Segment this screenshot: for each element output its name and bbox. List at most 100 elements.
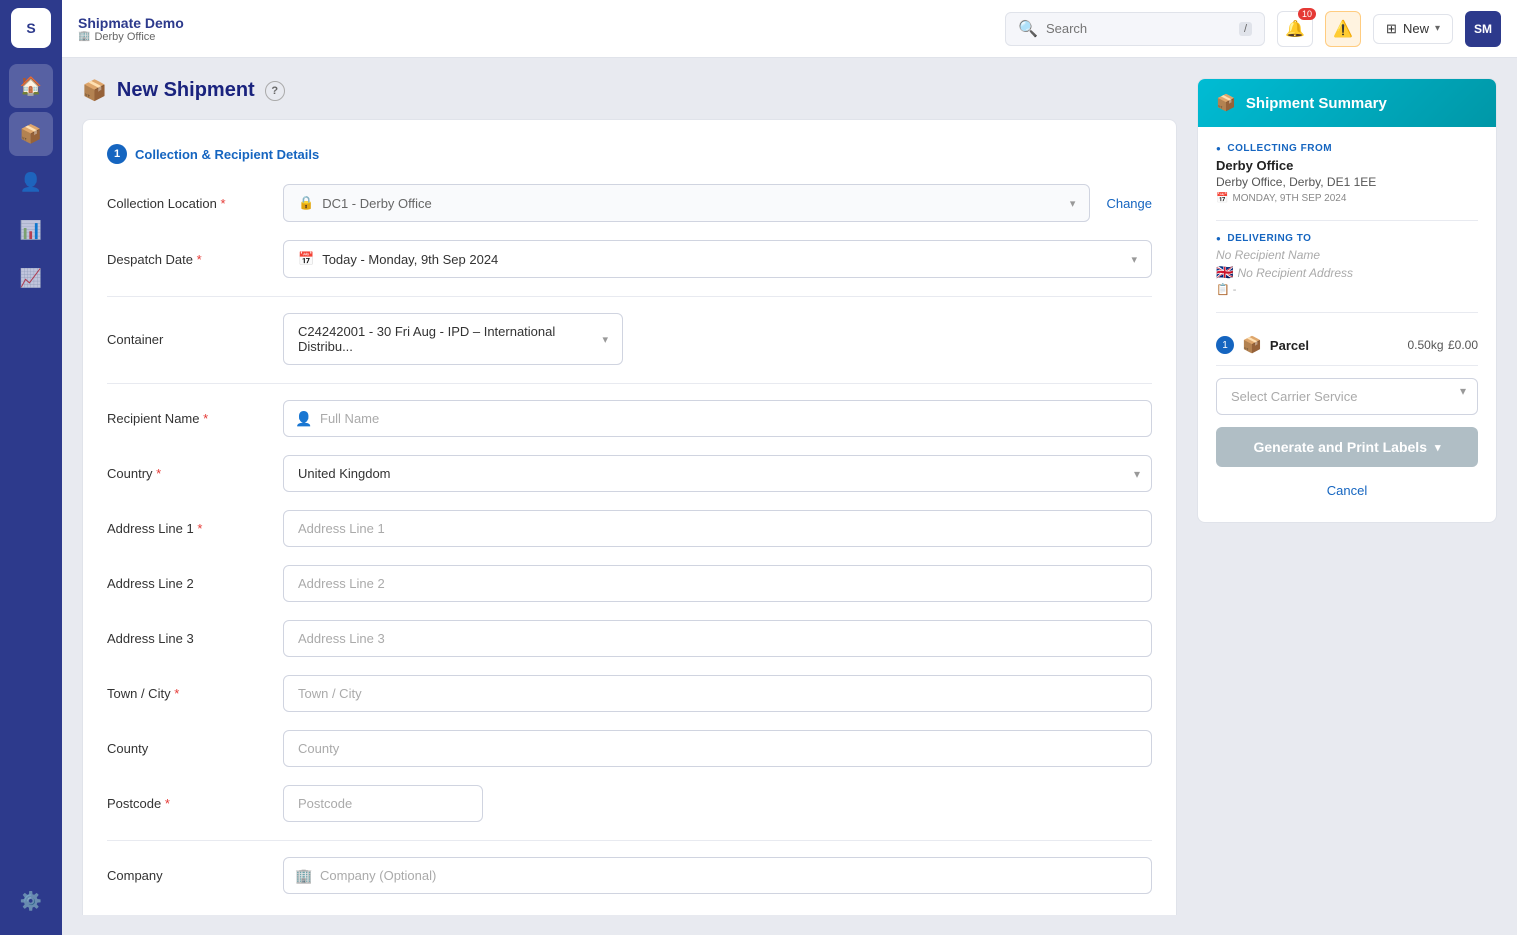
despatch-date-value: Today - Monday, 9th Sep 2024 (322, 252, 498, 267)
form-card: 1 Collection & Recipient Details Collect… (82, 119, 1177, 915)
town-input[interactable] (283, 675, 1152, 712)
address3-row: Address Line 3 (107, 620, 1152, 657)
building-icon: 🏢 (295, 867, 312, 884)
country-label: Country * (107, 466, 267, 481)
despatch-date-dropdown[interactable]: 📅 Today - Monday, 9th Sep 2024 ▾ (283, 240, 1152, 278)
generate-btn-wrapper: Generate and Print Labels ▾ (1216, 427, 1478, 467)
parcel-label: Parcel (1270, 338, 1309, 353)
main-area: Shipmate Demo Derby Office 🔍 / 🔔 10 ⚠️ ⊞… (62, 0, 1517, 935)
town-input-wrapper[interactable] (283, 675, 1152, 712)
company-input[interactable] (283, 857, 1152, 894)
carrier-select-wrapper[interactable]: Select Carrier Service (1216, 366, 1478, 415)
container-label: Container (107, 332, 267, 347)
town-row: Town / City * (107, 675, 1152, 712)
warning-button[interactable]: ⚠️ (1325, 11, 1361, 47)
container-chevron-icon: ▾ (602, 333, 608, 346)
parcel-row-left: 1 📦 Parcel (1216, 335, 1309, 355)
collecting-from-section: COLLECTING FROM Derby Office Derby Offic… (1216, 143, 1478, 204)
parcel-meta-right: 0.50kg £0.00 (1407, 336, 1478, 354)
content: 📦 New Shipment ? 1 Collection & Recipien… (62, 58, 1517, 935)
county-input-wrapper[interactable] (283, 730, 1152, 767)
topbar: Shipmate Demo Derby Office 🔍 / 🔔 10 ⚠️ ⊞… (62, 0, 1517, 58)
sidebar-item-home[interactable]: 🏠 (9, 64, 53, 108)
country-input-wrapper[interactable]: United Kingdom (283, 455, 1152, 492)
address1-row: Address Line 1 * (107, 510, 1152, 547)
search-bar[interactable]: 🔍 / (1005, 12, 1265, 46)
country-select[interactable]: United Kingdom (283, 455, 1152, 492)
address1-input-wrapper[interactable] (283, 510, 1152, 547)
collection-location-value: DC1 - Derby Office (322, 196, 432, 211)
collecting-from-date: 📅 MONDAY, 9TH SEP 2024 (1216, 193, 1478, 204)
address3-input-wrapper[interactable] (283, 620, 1152, 657)
new-button-label: New (1403, 21, 1429, 36)
generate-chevron-icon: ▾ (1435, 441, 1441, 454)
app-logo: S (11, 8, 51, 48)
lock-icon: 🔒 (298, 195, 314, 211)
divider-1 (107, 296, 1152, 297)
summary-body: COLLECTING FROM Derby Office Derby Offic… (1198, 127, 1496, 522)
recipient-name-input-wrapper[interactable]: 👤 (283, 400, 1152, 437)
new-button-icon: ⊞ (1386, 21, 1397, 37)
postcode-row: Postcode * (107, 785, 1152, 822)
branch-name: Derby Office (78, 31, 184, 43)
uk-flag-icon: 🇬🇧 (1216, 264, 1233, 281)
cancel-button[interactable]: Cancel (1216, 475, 1478, 506)
address2-row: Address Line 2 (107, 565, 1152, 602)
collecting-from-label: COLLECTING FROM (1216, 143, 1478, 154)
address2-label: Address Line 2 (107, 576, 267, 591)
generate-print-button[interactable]: Generate and Print Labels ▾ (1216, 427, 1478, 467)
company-input-wrapper[interactable]: 🏢 (283, 857, 1152, 894)
sidebar-item-contacts[interactable]: 👤 (9, 160, 53, 204)
postcode-input-wrapper[interactable] (283, 785, 483, 822)
summary-divider-2 (1216, 312, 1478, 313)
delivering-to-extra: 📋 - (1216, 283, 1478, 296)
section-num: 1 (107, 144, 127, 164)
despatch-date-input[interactable]: 📅 Today - Monday, 9th Sep 2024 ▾ (283, 240, 1152, 278)
company-row: Company 🏢 (107, 857, 1152, 894)
form-area: 📦 New Shipment ? 1 Collection & Recipien… (82, 78, 1177, 915)
town-label: Town / City * (107, 686, 267, 701)
search-icon: 🔍 (1018, 19, 1038, 39)
recipient-name-label: Recipient Name * (107, 411, 267, 426)
sidebar-item-reports[interactable]: 📊 (9, 208, 53, 252)
change-location-button[interactable]: Change (1106, 196, 1152, 211)
notifications-button[interactable]: 🔔 10 (1277, 11, 1313, 47)
sidebar-item-shipments[interactable]: 📦 (9, 112, 53, 156)
collection-location-dropdown[interactable]: 🔒 DC1 - Derby Office ▾ (283, 184, 1090, 222)
summary-header: 📦 Shipment Summary (1198, 79, 1496, 127)
sidebar-item-settings[interactable]: ⚙️ (9, 879, 53, 923)
collecting-from-address: Derby Office, Derby, DE1 1EE (1216, 175, 1478, 189)
address3-label: Address Line 3 (107, 631, 267, 646)
container-dropdown[interactable]: C24242001 - 30 Fri Aug - IPD – Internati… (283, 313, 623, 365)
generate-print-label: Generate and Print Labels (1253, 439, 1427, 455)
country-row: Country * United Kingdom (107, 455, 1152, 492)
new-button[interactable]: ⊞ New ▾ (1373, 14, 1453, 44)
container-input-wrapper[interactable]: C24242001 - 30 Fri Aug - IPD – Internati… (283, 313, 1152, 365)
parcel-weight: 0.50kg (1407, 338, 1443, 352)
user-avatar[interactable]: SM (1465, 11, 1501, 47)
postcode-input[interactable] (283, 785, 483, 822)
delivering-to-name: No Recipient Name (1216, 248, 1478, 262)
calendar-icon: 📅 (298, 251, 314, 267)
address1-input[interactable] (283, 510, 1152, 547)
delivering-to-label: DELIVERING TO (1216, 233, 1478, 244)
carrier-select[interactable]: Select Carrier Service (1216, 378, 1478, 415)
help-icon[interactable]: ? (265, 81, 285, 101)
sidebar-item-analytics[interactable]: 📈 (9, 256, 53, 300)
notification-badge: 10 (1298, 8, 1316, 20)
address3-input[interactable] (283, 620, 1152, 657)
date-chevron-icon: ▾ (1131, 253, 1137, 266)
delivering-to-address: No Recipient Address (1237, 266, 1353, 280)
address2-input[interactable] (283, 565, 1152, 602)
collection-location-row: Collection Location * 🔒 DC1 - Derby Offi… (107, 184, 1152, 222)
search-kbd: / (1239, 22, 1252, 36)
collection-location-input[interactable]: 🔒 DC1 - Derby Office ▾ (283, 184, 1090, 222)
summary-panel: 📦 Shipment Summary COLLECTING FROM Derby… (1197, 78, 1497, 915)
brand: Shipmate Demo Derby Office (78, 15, 184, 43)
county-input[interactable] (283, 730, 1152, 767)
sidebar: S 🏠 📦 👤 📊 📈 ⚙️ (0, 0, 62, 935)
search-input[interactable] (1046, 21, 1231, 36)
collecting-from-name: Derby Office (1216, 158, 1478, 173)
recipient-name-input[interactable] (283, 400, 1152, 437)
address2-input-wrapper[interactable] (283, 565, 1152, 602)
